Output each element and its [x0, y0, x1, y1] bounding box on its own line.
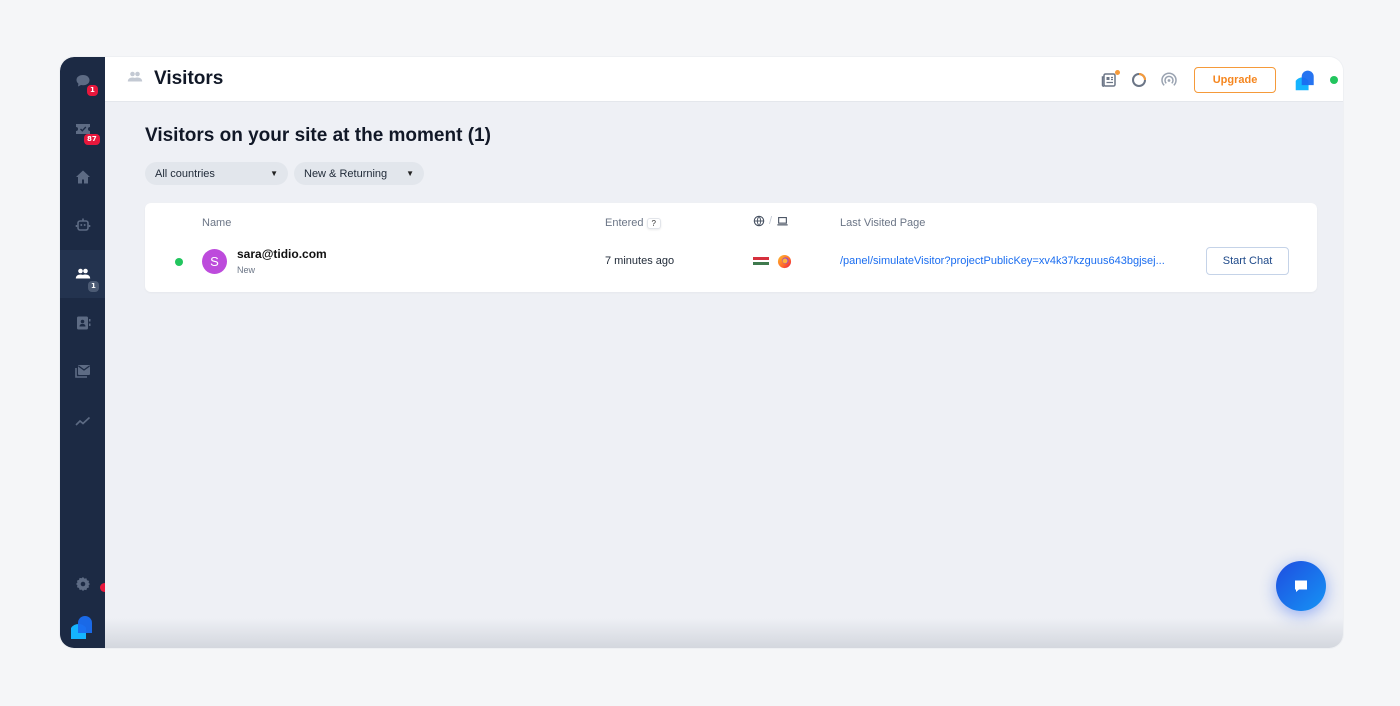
visitor-status: New — [237, 265, 256, 275]
globe-icon — [753, 215, 765, 227]
sidebar-item-analytics[interactable] — [60, 397, 105, 445]
visitors-content: Visitors on your site at the moment (1) … — [145, 125, 1317, 292]
chevron-down-icon: ▼ — [406, 169, 414, 178]
topbar: Visitors Upgrade — [105, 57, 1343, 102]
sidebar: 1 87 1 — [60, 57, 109, 648]
upgrade-button[interactable]: Upgrade — [1194, 66, 1276, 93]
conversations-badge: 1 — [87, 85, 98, 96]
column-header-location-device: / — [753, 215, 789, 227]
online-status-dot — [1330, 75, 1338, 84]
sidebar-item-home[interactable] — [60, 153, 105, 201]
sidebar-item-visitors[interactable]: 1 — [60, 250, 105, 298]
sidebar-item-settings[interactable] — [60, 560, 105, 608]
account-avatar[interactable] — [1294, 68, 1318, 92]
country-filter-label: All countries — [155, 167, 215, 180]
app-window: 1 87 1 Visitors Upgrade Visitors on your… — [60, 57, 1343, 648]
country-filter-dropdown[interactable]: All countries ▼ — [145, 162, 288, 185]
sidebar-item-contacts[interactable] — [60, 299, 105, 347]
tickets-badge: 87 — [84, 134, 100, 145]
sidebar-item-conversations[interactable]: 1 — [60, 57, 105, 105]
visitors-table: Name Entered? / Last Visited Page S sara… — [145, 203, 1317, 292]
visitors-icon — [75, 268, 90, 279]
page-title: Visitors — [154, 68, 224, 89]
sidebar-item-bots[interactable] — [60, 201, 105, 249]
visitors-header-icon — [125, 68, 145, 90]
chat-widget-button[interactable] — [1276, 561, 1326, 611]
help-icon[interactable]: ? — [646, 218, 661, 229]
mail-icon — [74, 365, 90, 378]
visitor-name[interactable]: sara@tidio.com — [237, 247, 327, 261]
entered-time: 7 minutes ago — [605, 255, 675, 267]
chevron-down-icon: ▼ — [270, 169, 278, 178]
visitor-type-filter-dropdown[interactable]: New & Returning ▼ — [294, 162, 424, 185]
contacts-icon — [76, 316, 90, 330]
sidebar-item-mailing[interactable] — [60, 347, 105, 395]
bot-icon — [75, 218, 90, 231]
column-header-entered: Entered? — [605, 217, 661, 229]
sidebar-item-tickets[interactable]: 87 — [60, 105, 105, 153]
column-header-last-page: Last Visited Page — [840, 217, 926, 229]
last-visited-page-link[interactable]: /panel/simulateVisitor?projectPublicKey=… — [840, 255, 1165, 267]
visitors-badge: 1 — [88, 281, 99, 292]
tidio-logo[interactable] — [60, 606, 105, 648]
topbar-actions: Upgrade — [1100, 57, 1343, 102]
visitors-heading: Visitors on your site at the moment (1) — [145, 125, 491, 146]
firefox-icon — [777, 254, 792, 269]
column-header-entered-label: Entered — [605, 217, 644, 229]
start-chat-button[interactable]: Start Chat — [1206, 247, 1289, 275]
chat-bubble-icon — [1295, 580, 1307, 592]
analytics-icon — [74, 416, 90, 426]
filters: All countries ▼ New & Returning ▼ — [145, 162, 1317, 185]
avatar: S — [202, 249, 227, 274]
gear-icon — [75, 577, 90, 591]
main-area: Visitors Upgrade Visitors on your site a… — [105, 57, 1343, 648]
bottom-shade — [105, 618, 1343, 648]
hungary-flag-icon — [753, 257, 769, 268]
visitor-type-filter-label: New & Returning — [304, 167, 388, 180]
broadcast-icon[interactable] — [1160, 71, 1178, 89]
column-header-name: Name — [202, 217, 232, 229]
separator: / — [769, 215, 773, 227]
laptop-icon — [777, 217, 788, 226]
progress-ring-icon[interactable] — [1130, 71, 1148, 89]
home-icon — [75, 170, 90, 184]
tidio-logo-icon — [70, 616, 92, 639]
online-indicator — [175, 258, 183, 266]
news-icon[interactable] — [1100, 69, 1120, 89]
